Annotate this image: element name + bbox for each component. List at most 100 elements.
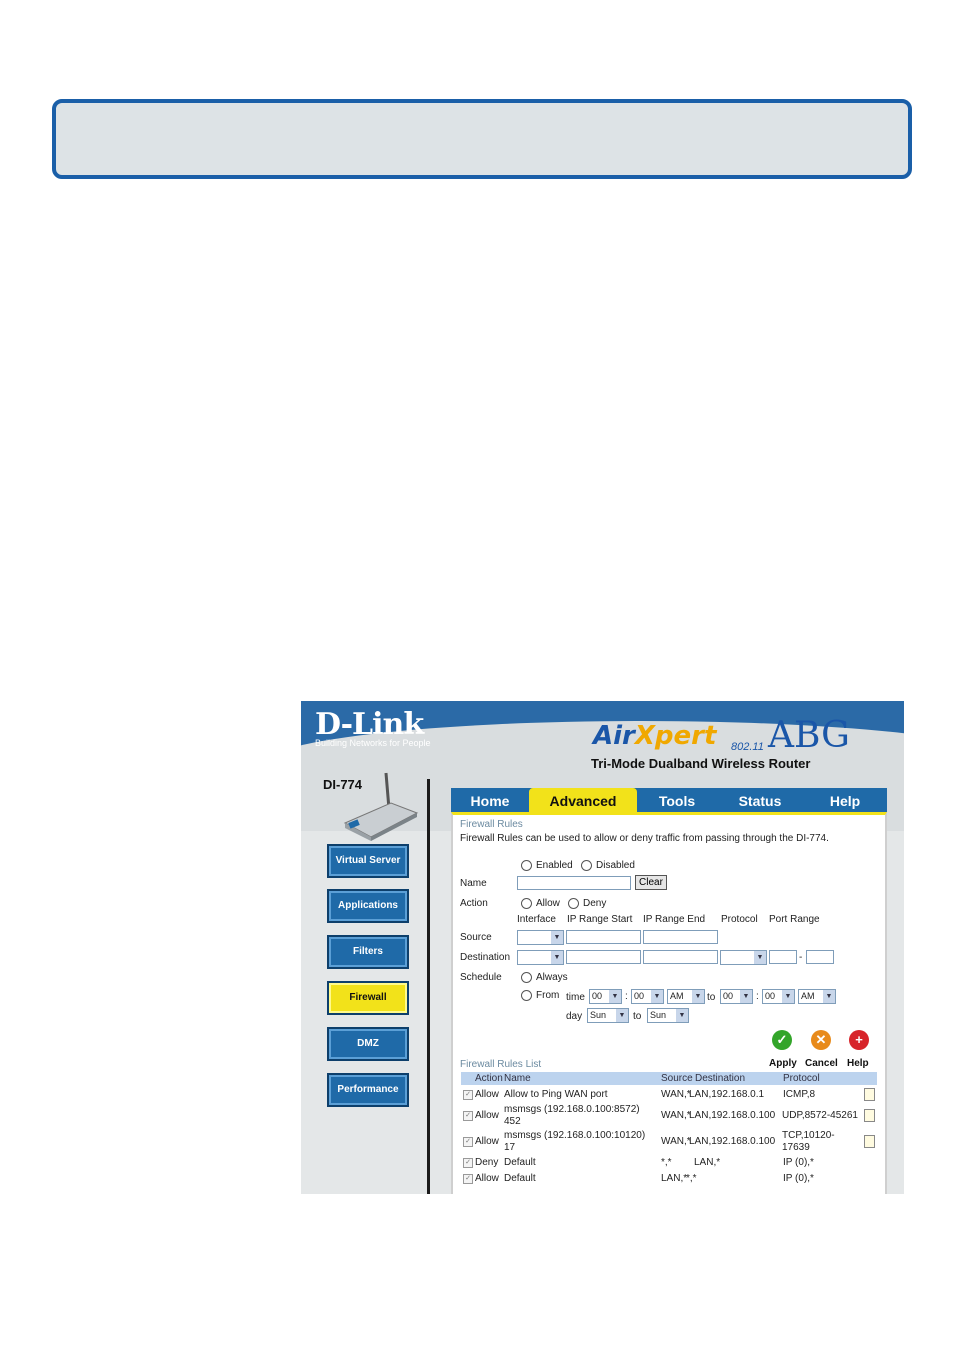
sidebar-item-dmz[interactable]: DMZ	[327, 1027, 409, 1061]
always-radio[interactable]	[521, 972, 532, 983]
allow-radio[interactable]	[521, 898, 532, 909]
sidebar-item-virtual-server[interactable]: Virtual Server	[327, 844, 409, 878]
abg-logo: ABG	[768, 715, 850, 756]
tab-tools[interactable]: Tools	[637, 788, 717, 812]
tab-help[interactable]: Help	[803, 788, 887, 812]
rule-destination: *,*	[686, 1173, 697, 1184]
rule-action: Allow	[475, 1089, 499, 1100]
rule-protocol: UDP,8572-45261	[782, 1110, 858, 1121]
col-ip-end: IP Range End	[643, 914, 706, 925]
rule-checkbox[interactable]: ✓	[463, 1137, 473, 1147]
sidebar-divider	[427, 779, 430, 1194]
rule-name: msmsgs (192.168.0.100:10120)	[504, 1130, 646, 1141]
port-end-input[interactable]	[806, 950, 834, 964]
time-to-min-select[interactable]: 00 ▼	[762, 989, 795, 1004]
rule-destination: LAN,192.168.0.100	[689, 1136, 776, 1147]
source-ip-end-input[interactable]	[643, 930, 718, 944]
enabled-radio[interactable]	[521, 860, 532, 871]
dest-ip-end-input[interactable]	[643, 950, 718, 964]
rule-source: WAN,*	[661, 1136, 691, 1147]
day-to-select[interactable]: Sun ▼	[647, 1008, 689, 1023]
disabled-label: Disabled	[596, 860, 635, 871]
rule-protocol: ICMP,8	[783, 1089, 816, 1100]
time-colon: :	[625, 991, 628, 1002]
rule-name: msmsgs (192.168.0.100:8572)	[504, 1104, 640, 1115]
dest-ip-start-input[interactable]	[566, 950, 641, 964]
time-from-ampm-select[interactable]: AM ▼	[667, 989, 705, 1004]
cancel-button[interactable]: Cancel	[805, 1058, 838, 1069]
day-label: day	[566, 1011, 583, 1022]
rule-name: Default	[504, 1157, 536, 1168]
name-label: Name	[460, 878, 487, 889]
always-label: Always	[536, 972, 568, 983]
tab-status[interactable]: Status	[717, 788, 803, 812]
dest-interface-select[interactable]: ▼	[517, 950, 564, 965]
tab-advanced[interactable]: Advanced	[529, 788, 637, 812]
rule-source: WAN,*	[661, 1110, 691, 1121]
deny-radio[interactable]	[568, 898, 579, 909]
time-label: time	[566, 992, 585, 1003]
firewall-panel: Firewall Rules Firewall Rules can be use…	[451, 812, 887, 1194]
help-button[interactable]: Help	[847, 1058, 869, 1069]
source-interface-select[interactable]: ▼	[517, 930, 564, 945]
source-ip-start-input[interactable]	[566, 930, 641, 944]
action-label: Action	[460, 898, 488, 909]
rule-destination: LAN,192.168.0.1	[689, 1089, 765, 1100]
col-source: Source	[661, 1073, 693, 1084]
rule-checkbox[interactable]: ✓	[463, 1158, 473, 1168]
help-plus-icon[interactable]: +	[849, 1030, 869, 1050]
rule-checkbox[interactable]: ✓	[463, 1090, 473, 1100]
rule-protocol: IP (0),*	[783, 1157, 814, 1168]
rule-name-line2: 17	[504, 1142, 516, 1153]
time-to-ampm-select[interactable]: AM ▼	[798, 989, 836, 1004]
apply-check-icon[interactable]: ✓	[772, 1030, 792, 1050]
port-start-input[interactable]	[769, 950, 797, 964]
enabled-label: Enabled	[536, 860, 573, 871]
disabled-radio[interactable]	[581, 860, 592, 871]
edit-icon[interactable]	[864, 1135, 875, 1148]
edit-icon[interactable]	[864, 1088, 875, 1101]
edit-icon[interactable]	[864, 1109, 875, 1122]
rule-destination: LAN,*	[694, 1157, 721, 1168]
day-to-label: to	[633, 1011, 642, 1022]
name-input[interactable]	[517, 876, 631, 890]
rule-protocol: TCP,10120-	[782, 1130, 835, 1141]
sidebar-item-performance[interactable]: Performance	[327, 1073, 409, 1107]
section-title-box	[52, 99, 912, 179]
rule-checkbox[interactable]: ✓	[463, 1111, 473, 1121]
rules-list-title: Firewall Rules List	[460, 1059, 542, 1070]
deny-label: Deny	[583, 898, 607, 909]
rule-action: Allow	[475, 1110, 499, 1121]
from-radio[interactable]	[521, 990, 532, 1001]
rule-destination: LAN,192.168.0.100	[689, 1110, 776, 1121]
router-admin-screenshot: D-Link Building Networks for People AirX…	[301, 701, 904, 1194]
time-to-label: to	[707, 992, 716, 1003]
clear-button[interactable]: Clear	[635, 875, 667, 890]
rule-action: Allow	[475, 1173, 499, 1184]
sidebar-item-applications[interactable]: Applications	[327, 889, 409, 923]
rule-checkbox[interactable]: ✓	[463, 1174, 473, 1184]
rule-name-line2: 452	[504, 1116, 521, 1127]
protocol-select[interactable]: ▼	[720, 950, 767, 965]
schedule-label: Schedule	[460, 972, 502, 983]
col-protocol-list: Protocol	[783, 1073, 820, 1084]
from-label: From	[536, 990, 560, 1001]
time-to-hour-select[interactable]: 00 ▼	[720, 989, 753, 1004]
rule-protocol: IP (0),*	[783, 1173, 814, 1184]
product-subtitle: Tri-Mode Dualband Wireless Router	[591, 756, 811, 771]
day-from-select[interactable]: Sun ▼	[587, 1008, 629, 1023]
port-dash: -	[799, 952, 803, 963]
cancel-x-icon[interactable]: ✕	[811, 1030, 831, 1050]
sidebar-item-firewall[interactable]: Firewall	[327, 981, 409, 1015]
source-label: Source	[460, 932, 492, 943]
col-action: Action	[475, 1073, 503, 1084]
time-from-min-select[interactable]: 00 ▼	[631, 989, 664, 1004]
sidebar-item-filters[interactable]: Filters	[327, 935, 409, 969]
rule-name: Allow to Ping WAN port	[504, 1089, 608, 1100]
time-from-hour-select[interactable]: 00 ▼	[589, 989, 622, 1004]
main-tabs: Home Advanced Tools Status Help	[451, 788, 887, 812]
rule-source: WAN,*	[661, 1089, 691, 1100]
router-image	[343, 772, 419, 841]
apply-button[interactable]: Apply	[769, 1058, 797, 1069]
tab-home[interactable]: Home	[451, 788, 529, 812]
